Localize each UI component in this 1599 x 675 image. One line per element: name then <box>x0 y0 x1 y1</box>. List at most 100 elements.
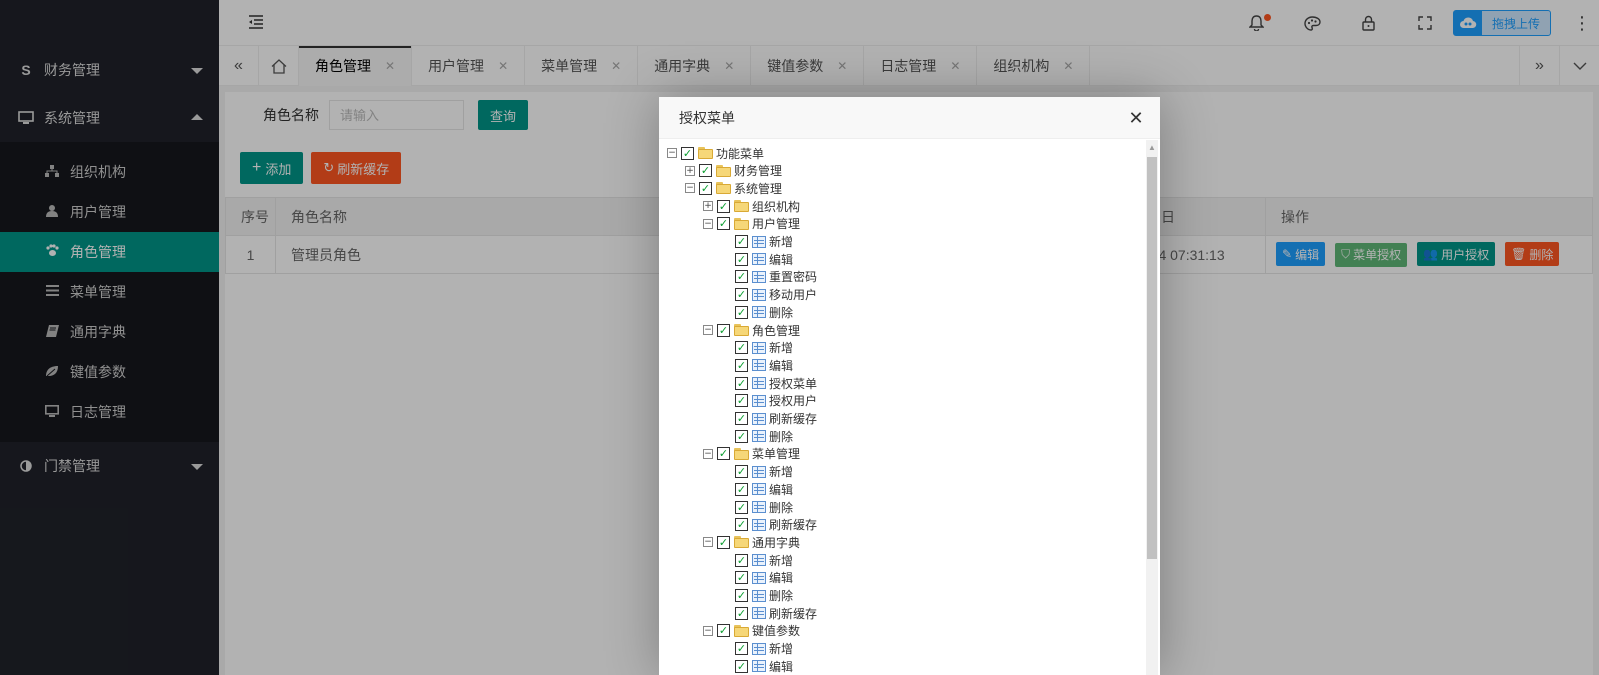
page-icon <box>752 465 766 478</box>
dialog-title-bar: 授权菜单 ✕ <box>659 97 1160 139</box>
checkbox[interactable]: ✓ <box>735 394 748 408</box>
checkbox[interactable]: ✓ <box>735 270 748 284</box>
tree-node[interactable]: ✓ 编辑 <box>721 356 793 374</box>
tree-node-label: 编辑 <box>769 571 794 586</box>
checkbox[interactable]: ✓ <box>735 606 748 620</box>
tree-node[interactable]: ✓ 重置密码 <box>721 268 817 286</box>
tree-node-label: 角色管理 <box>752 323 801 338</box>
folder-icon <box>716 182 732 195</box>
tree-node-label: 删除 <box>769 429 794 444</box>
checkbox[interactable]: ✓ <box>735 659 748 673</box>
tree-node[interactable]: − ✓ 菜单管理 <box>703 445 800 463</box>
tree-node-label: 菜单管理 <box>752 447 801 462</box>
tree-node[interactable]: ✓ 编辑 <box>721 480 793 498</box>
tree-node[interactable]: − ✓ 功能菜单 <box>667 144 764 162</box>
scroll-up-arrow-icon[interactable]: ▲ <box>1146 140 1158 154</box>
tree-node[interactable]: ✓ 删除 <box>721 498 793 516</box>
tree-node[interactable]: − ✓ 系统管理 <box>685 179 782 197</box>
checkbox[interactable]: ✓ <box>735 235 748 248</box>
checkbox[interactable]: ✓ <box>717 323 730 337</box>
tree-node-label: 组织机构 <box>752 199 801 214</box>
tree-node[interactable]: ✓ 编辑 <box>721 657 793 675</box>
checkbox[interactable]: ✓ <box>735 482 748 496</box>
collapse-toggle-icon[interactable]: − <box>703 448 713 459</box>
tree-node[interactable]: ✓ 删除 <box>721 587 793 605</box>
collapse-toggle-icon[interactable]: − <box>667 148 677 158</box>
checkbox[interactable]: ✓ <box>735 376 748 390</box>
checkbox[interactable]: ✓ <box>735 571 748 585</box>
collapse-toggle-icon[interactable]: − <box>703 537 713 548</box>
page-icon <box>752 571 766 584</box>
checkbox[interactable]: ✓ <box>735 358 748 372</box>
checkbox[interactable]: ✓ <box>735 589 748 602</box>
collapse-toggle-icon[interactable]: − <box>703 625 713 636</box>
checkbox[interactable]: ✓ <box>717 535 730 549</box>
checkbox[interactable]: ✓ <box>717 199 730 213</box>
checkbox[interactable]: ✓ <box>735 252 748 266</box>
dialog-body: − ✓ 功能菜单 + ✓ 财务管理 − ✓ 系统管理 + ✓ 组织机构 − ✓ 用户管理 ✓ 新增 ✓ 编辑 ✓ 重置密… <box>659 140 1160 675</box>
checkbox[interactable]: ✓ <box>735 412 748 425</box>
tree-node[interactable]: − ✓ 角色管理 <box>703 321 800 339</box>
tree-node[interactable]: ✓ 编辑 <box>721 250 793 268</box>
checkbox[interactable]: ✓ <box>735 642 748 656</box>
page-icon <box>752 235 766 248</box>
collapse-toggle-icon[interactable]: − <box>703 325 713 335</box>
tree-node[interactable]: ✓ 移动用户 <box>721 286 817 304</box>
folder-icon <box>716 164 732 177</box>
scrollbar[interactable]: ▲ <box>1146 140 1158 675</box>
collapse-toggle-icon[interactable]: − <box>685 183 695 194</box>
tree-node[interactable]: ✓ 新增 <box>721 339 793 357</box>
tree-node-label: 键值参数 <box>752 624 801 639</box>
checkbox[interactable]: ✓ <box>735 305 748 319</box>
checkbox[interactable]: ✓ <box>699 181 712 195</box>
tree-node[interactable]: ✓ 授权菜单 <box>721 374 817 392</box>
tree-node-label: 授权用户 <box>769 394 818 409</box>
tree-node[interactable]: ✓ 授权用户 <box>721 392 817 410</box>
tree-node[interactable]: ✓ 编辑 <box>721 569 793 587</box>
tree-node[interactable]: ✓ 新增 <box>721 640 793 658</box>
checkbox[interactable]: ✓ <box>717 624 730 638</box>
tree-node-label: 新增 <box>769 642 794 657</box>
checkbox[interactable]: ✓ <box>735 553 748 567</box>
page-icon <box>752 607 766 620</box>
tree-node[interactable]: ✓ 新增 <box>721 551 793 569</box>
checkbox[interactable]: ✓ <box>681 146 694 160</box>
checkbox[interactable]: ✓ <box>735 429 748 443</box>
tree-node-label: 系统管理 <box>734 181 783 196</box>
tree-node-label: 编辑 <box>769 659 794 674</box>
tree-node[interactable]: ✓ 刷新缓存 <box>721 604 817 622</box>
checkbox[interactable]: ✓ <box>735 341 748 355</box>
tree-node[interactable]: + ✓ 组织机构 <box>703 197 800 215</box>
tree-node[interactable]: ✓ 刷新缓存 <box>721 410 817 428</box>
folder-icon <box>734 200 750 213</box>
tree-node[interactable]: ✓ 新增 <box>721 233 793 251</box>
tree-node[interactable]: − ✓ 键值参数 <box>703 622 800 640</box>
page-icon <box>752 253 766 266</box>
tree-node[interactable]: − ✓ 通用字典 <box>703 533 800 551</box>
folder-icon <box>734 624 750 637</box>
tree-node-label: 删除 <box>769 500 794 515</box>
tree-node-label: 新增 <box>769 465 794 480</box>
tree-node[interactable]: ✓ 刷新缓存 <box>721 516 817 534</box>
tree-node[interactable]: − ✓ 用户管理 <box>703 215 800 233</box>
tree-node[interactable]: ✓ 删除 <box>721 427 793 445</box>
checkbox[interactable]: ✓ <box>717 447 730 461</box>
expand-toggle-icon[interactable]: + <box>685 165 695 176</box>
checkbox[interactable]: ✓ <box>735 518 748 532</box>
tree-node[interactable]: ✓ 新增 <box>721 463 793 481</box>
checkbox[interactable]: ✓ <box>735 500 748 514</box>
tree-node-label: 刷新缓存 <box>769 518 818 533</box>
checkbox[interactable]: ✓ <box>735 465 748 479</box>
collapse-toggle-icon[interactable]: − <box>703 218 713 229</box>
tree-node[interactable]: ✓ 删除 <box>721 303 793 321</box>
page-icon <box>752 518 766 531</box>
expand-toggle-icon[interactable]: + <box>703 201 713 212</box>
scroll-thumb[interactable] <box>1147 157 1157 559</box>
tree-node-label: 删除 <box>769 589 794 603</box>
checkbox[interactable]: ✓ <box>735 288 748 302</box>
checkbox[interactable]: ✓ <box>717 217 730 231</box>
tree-node[interactable]: + ✓ 财务管理 <box>685 162 782 180</box>
checkbox[interactable]: ✓ <box>699 164 712 178</box>
close-icon[interactable]: ✕ <box>1124 97 1148 139</box>
page-icon <box>752 288 766 301</box>
